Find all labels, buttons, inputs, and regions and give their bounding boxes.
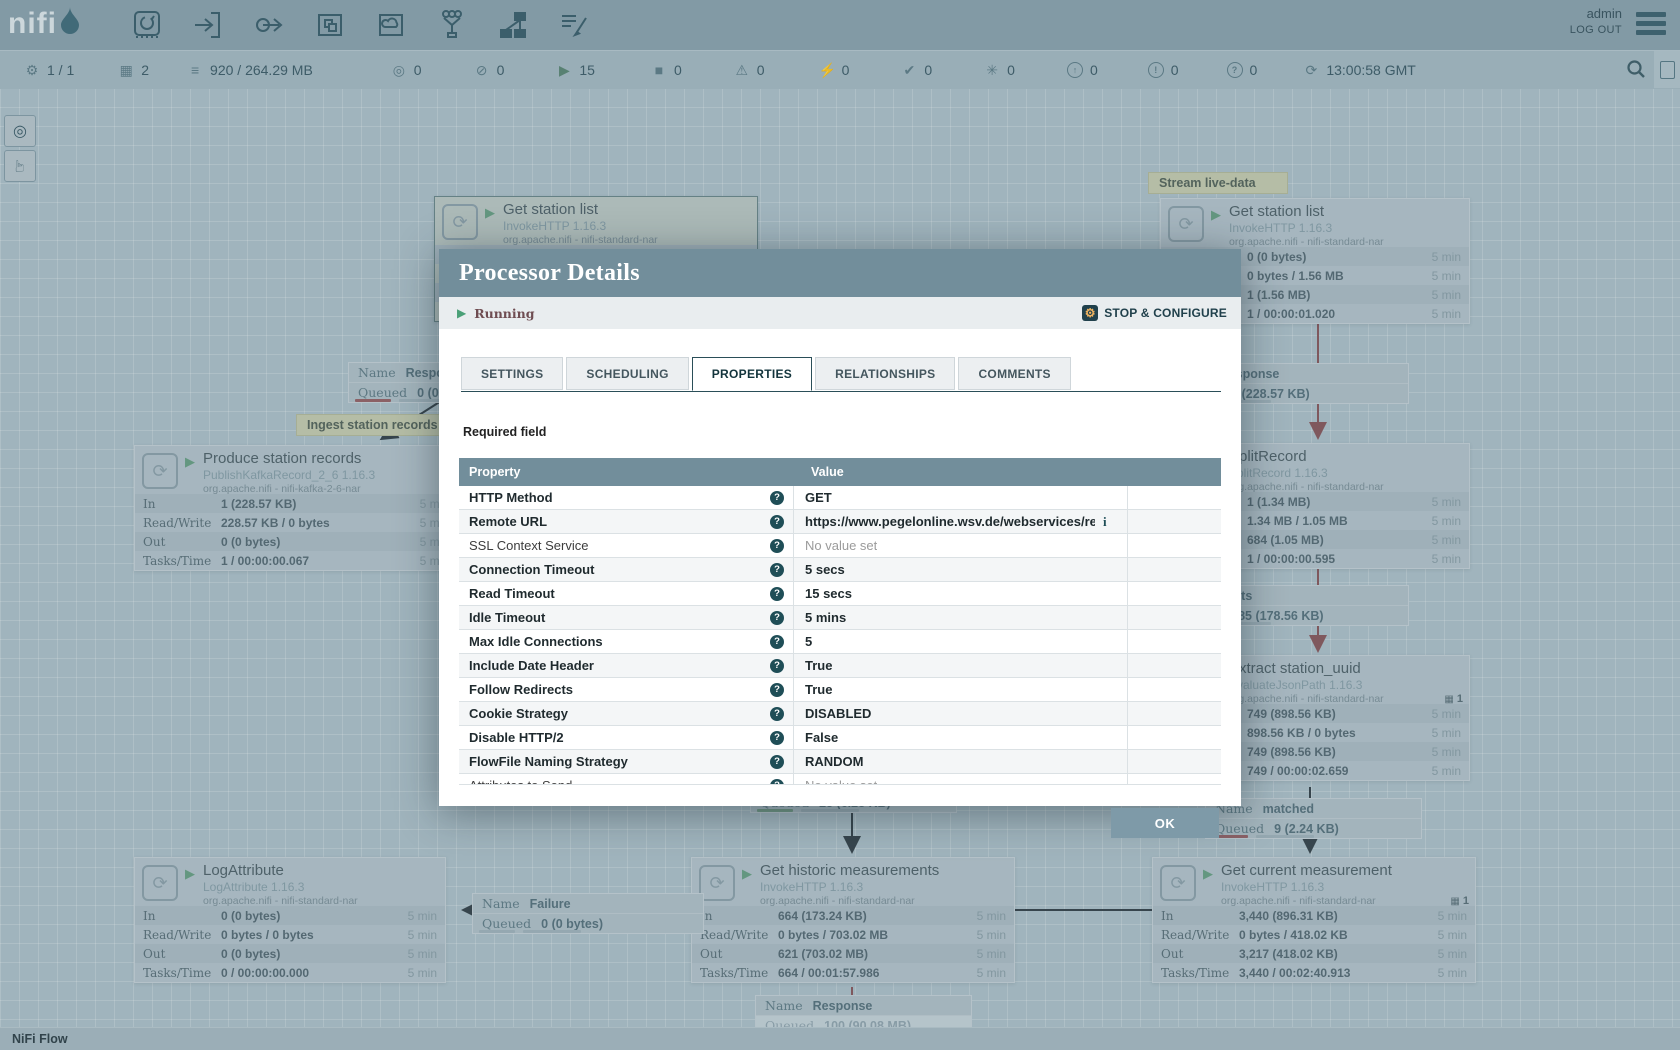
table-row: Attributes to Send?No value set [459,774,1221,785]
tab-properties[interactable]: PROPERTIES [692,357,812,391]
tab-comments[interactable]: COMMENTS [958,357,1070,390]
table-row: Cookie Strategy?DISABLED [459,702,1221,726]
value-column-header: Value [800,465,844,479]
dialog-body: SETTINGS SCHEDULING PROPERTIES RELATIONS… [439,329,1241,806]
tab-scheduling[interactable]: SCHEDULING [566,357,688,390]
properties-table-body: HTTP Method?GET Remote URL?https://www.p… [459,486,1221,785]
help-icon[interactable]: ? [770,611,784,625]
help-icon[interactable]: ? [770,539,784,553]
table-row: Follow Redirects?True [459,678,1221,702]
table-row: Remote URL?https://www.pegelonline.wsv.d… [459,510,1221,534]
help-icon[interactable]: ? [770,779,784,786]
table-row: Include Date Header?True [459,654,1221,678]
help-icon[interactable]: ? [770,491,784,505]
stop-configure-gear-icon: ⚙ [1082,305,1098,321]
help-icon[interactable]: ? [770,707,784,721]
tab-settings[interactable]: SETTINGS [461,357,563,390]
processor-run-status: Running [474,306,534,321]
help-icon[interactable]: ? [770,563,784,577]
ok-button[interactable]: OK [1111,808,1219,838]
help-icon[interactable]: ? [770,587,784,601]
running-indicator-icon: ▶ [457,306,466,320]
dialog-title: Processor Details [459,260,640,287]
dialog-header: Processor Details [439,249,1241,297]
property-column-header: Property [459,465,800,479]
dialog-tabs: SETTINGS SCHEDULING PROPERTIES RELATIONS… [461,357,1221,392]
table-row: Disable HTTP/2?False [459,726,1221,750]
help-icon[interactable]: ? [770,635,784,649]
help-icon[interactable]: ? [770,755,784,769]
dialog-status-bar: ▶ Running ⚙ STOP & CONFIGURE [439,297,1241,329]
stop-and-configure-button[interactable]: ⚙ STOP & CONFIGURE [1082,297,1227,329]
properties-table: Property Value HTTP Method?GET Remote UR… [459,458,1221,785]
help-icon[interactable]: ? [770,659,784,673]
required-field-label: Required field [463,425,546,439]
table-row: Idle Timeout?5 mins [459,606,1221,630]
processor-details-dialog: Processor Details ▶ Running ⚙ STOP & CON… [439,249,1241,806]
help-icon[interactable]: ? [770,683,784,697]
table-row: HTTP Method?GET [459,486,1221,510]
table-row: SSL Context Service?No value set [459,534,1221,558]
info-icon[interactable]: i [1103,514,1107,530]
tab-relationships[interactable]: RELATIONSHIPS [815,357,955,390]
table-row: FlowFile Naming Strategy?RANDOM [459,750,1221,774]
table-row: Max Idle Connections?5 [459,630,1221,654]
help-icon[interactable]: ? [770,515,784,529]
help-icon[interactable]: ? [770,731,784,745]
table-row: Read Timeout?15 secs [459,582,1221,606]
table-row: Connection Timeout?5 secs [459,558,1221,582]
properties-table-header: Property Value [459,458,1221,486]
